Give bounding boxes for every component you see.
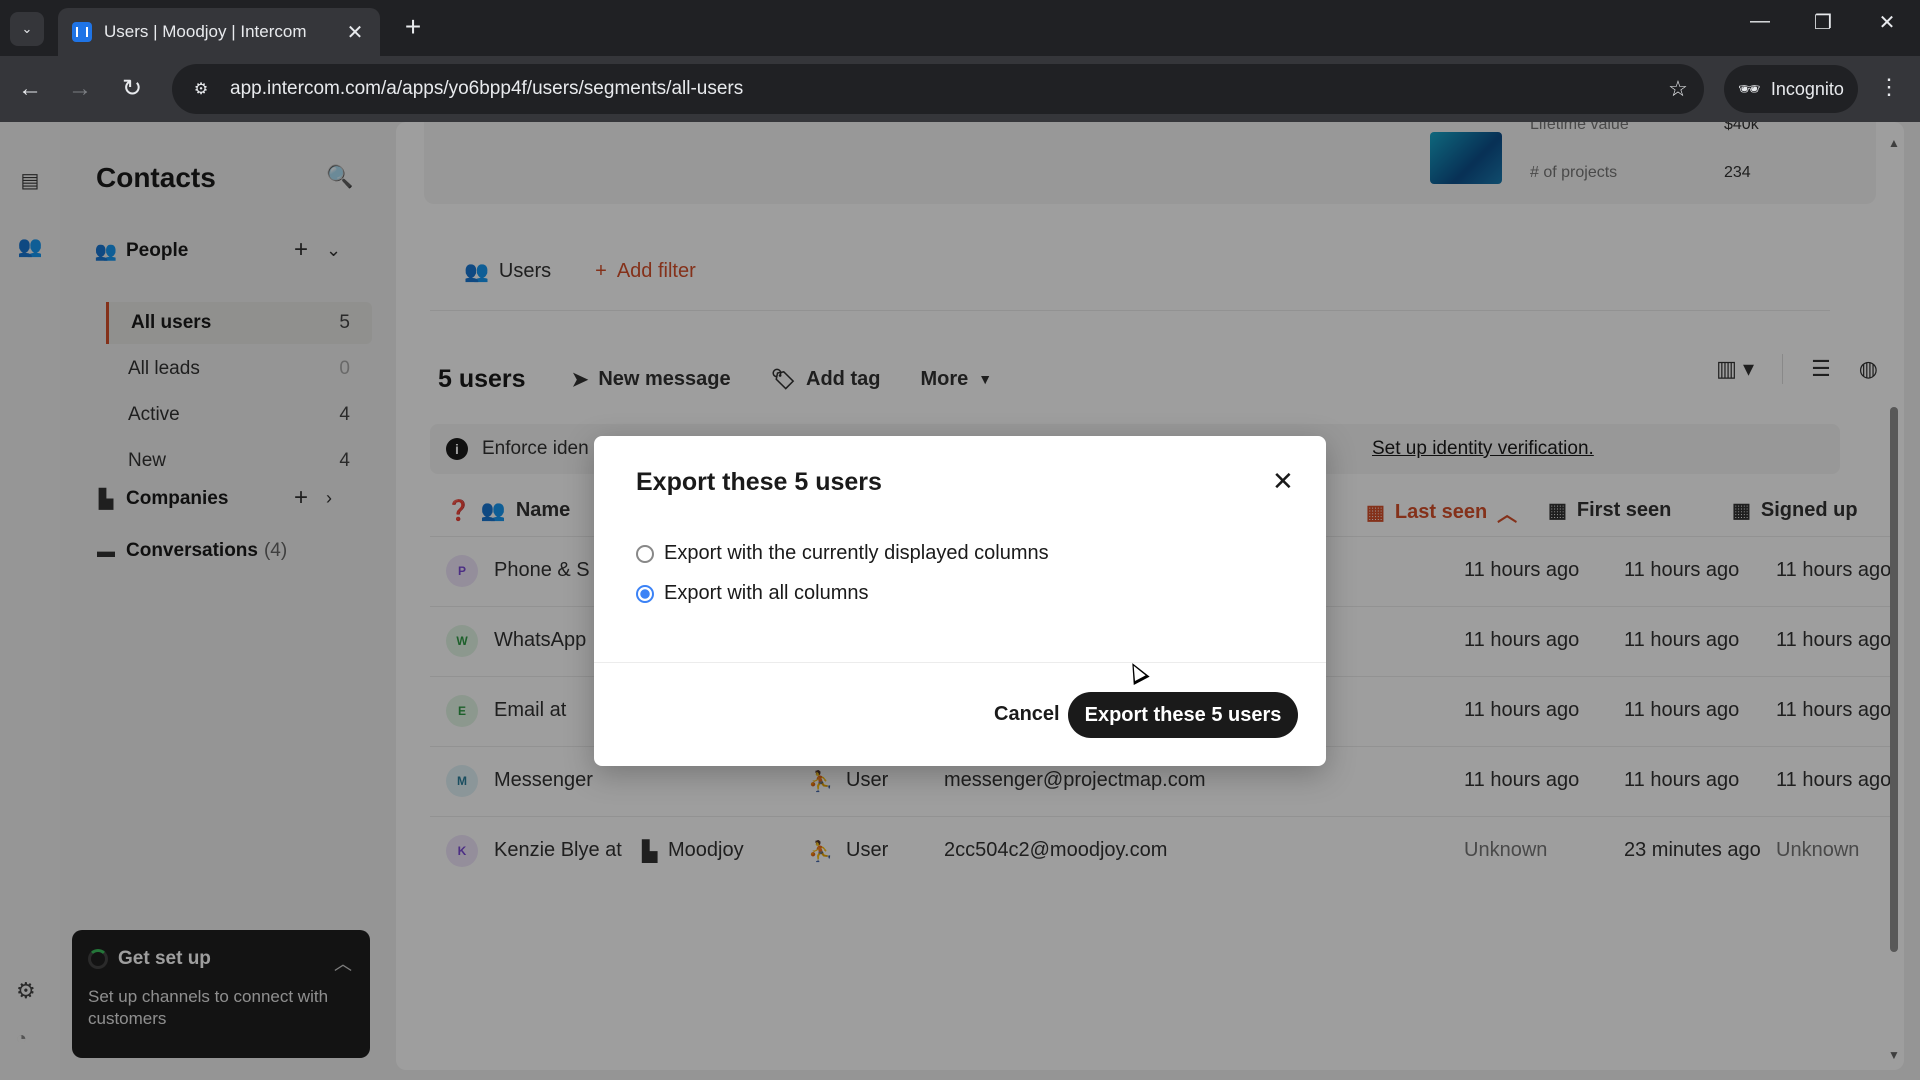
browser-toolbar: ← → ↻ ⚙ app.intercom.com/a/apps/yo6bpp4f… <box>0 56 1920 122</box>
bookmark-star-icon[interactable]: ☆ <box>1658 76 1698 102</box>
browser-tab-bar: ⌄ Users | Moodjoy | Intercom ✕ + — ❐ ✕ <box>0 0 1920 56</box>
dialog-title: Export these 5 users <box>636 468 882 496</box>
incognito-label: Incognito <box>1770 78 1844 99</box>
radio-all-columns[interactable] <box>636 584 654 603</box>
divider <box>594 662 1326 663</box>
export-button[interactable]: Export these 5 users <box>1068 692 1298 738</box>
option-label: Export with the currently displayed colu… <box>664 542 1049 564</box>
option-all-columns[interactable]: Export with all columns <box>636 582 869 605</box>
tab-close-icon[interactable]: ✕ <box>344 20 366 45</box>
option-displayed-columns[interactable]: Export with the currently displayed colu… <box>636 542 1049 565</box>
back-icon[interactable]: ← <box>14 74 46 104</box>
minimize-icon[interactable]: — <box>1740 10 1780 33</box>
address-bar[interactable]: ⚙ app.intercom.com/a/apps/yo6bpp4f/users… <box>172 64 1704 114</box>
tab-search-dropdown[interactable]: ⌄ <box>10 12 44 46</box>
window-close-icon[interactable]: ✕ <box>1867 10 1907 35</box>
export-dialog: Export these 5 users ✕ Export with the c… <box>594 436 1326 766</box>
new-tab-button[interactable]: + <box>398 12 428 42</box>
close-icon[interactable]: ✕ <box>1272 466 1294 497</box>
tab-title: Users | Moodjoy | Intercom <box>104 22 307 41</box>
option-label: Export with all columns <box>664 582 869 604</box>
browser-menu-icon[interactable]: ⋮ <box>1874 74 1904 100</box>
site-info-icon[interactable]: ⚙ <box>186 79 216 99</box>
intercom-favicon-icon <box>72 22 92 42</box>
reload-icon[interactable]: ↻ <box>116 74 148 104</box>
forward-icon[interactable]: → <box>64 74 96 104</box>
restore-icon[interactable]: ❐ <box>1803 10 1843 35</box>
incognito-icon: 🕶 <box>1738 78 1761 99</box>
cancel-button[interactable]: Cancel <box>978 692 1076 736</box>
url-text: app.intercom.com/a/apps/yo6bpp4f/users/s… <box>230 78 744 99</box>
radio-displayed-columns[interactable] <box>636 544 654 563</box>
incognito-badge[interactable]: 🕶 Incognito <box>1724 65 1858 113</box>
browser-tab[interactable]: Users | Moodjoy | Intercom ✕ <box>58 8 380 56</box>
